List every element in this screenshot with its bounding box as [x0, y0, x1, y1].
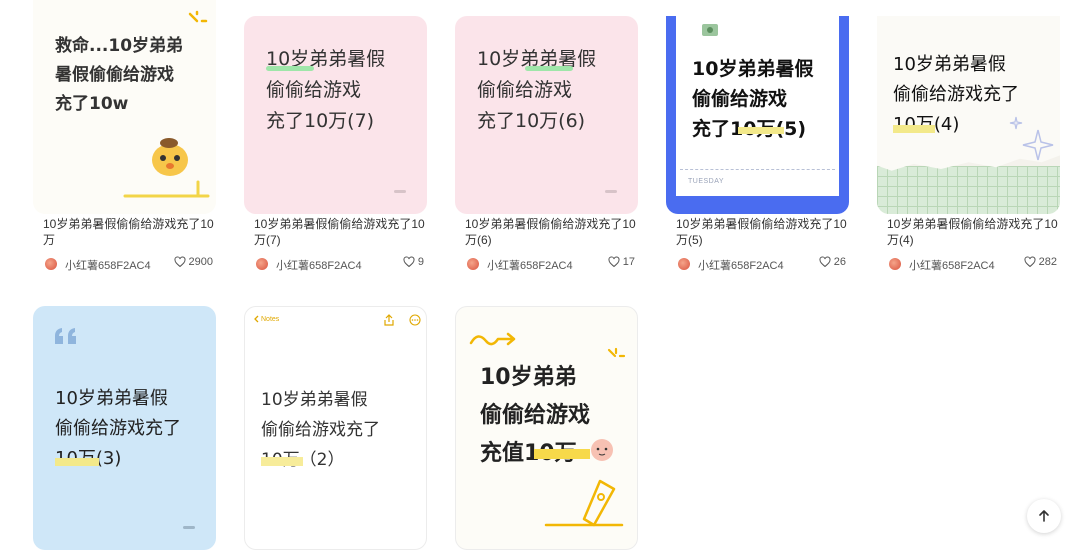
like-count: 2900: [188, 256, 213, 268]
page-indicator: [605, 190, 617, 193]
sparkle-icon: [1022, 129, 1054, 161]
like-button[interactable]: 17: [608, 256, 635, 268]
avatar[interactable]: [256, 258, 268, 270]
note-cover[interactable]: 10岁弟弟暑假 偷偷给游戏充了 10万(3): [33, 306, 216, 550]
note-meta: 小红薯658F2AC4 282: [887, 256, 1057, 272]
page-indicator: [394, 190, 406, 193]
smiley-icon: [591, 439, 613, 461]
avatar[interactable]: [45, 258, 57, 270]
note-cover[interactable]: 10岁弟弟 偷偷给游戏 充值10万: [455, 306, 638, 550]
heart-icon: [174, 256, 186, 268]
note-cover[interactable]: 10岁弟弟暑假 偷偷给游戏 充了10万(6): [455, 16, 638, 214]
note-cover[interactable]: 10岁弟弟暑假 偷偷给游戏 充了10万(7): [244, 16, 427, 214]
note-cover[interactable]: Notes 10岁弟弟暑假 偷偷给游戏充了 10万（2）: [244, 306, 427, 550]
quote-icon: [55, 328, 76, 344]
note-meta: 小红薯658F2AC4 9: [254, 256, 424, 272]
like-button[interactable]: 9: [403, 256, 424, 268]
cover-text: 10岁弟弟暑假 偷偷给游戏 充了10万(7): [266, 48, 386, 132]
arrow-up-icon: [1039, 510, 1049, 522]
yellow-highlight: [261, 457, 303, 466]
like-count: 9: [417, 256, 424, 268]
note-title[interactable]: 10岁弟弟暑假偷偷给游戏充了10万: [43, 216, 219, 248]
heart-icon: [819, 256, 831, 268]
chevron-left-icon: [254, 315, 259, 323]
note-cover[interactable]: 10岁弟弟暑假 偷偷给游戏充了 10万(4): [877, 16, 1060, 214]
avatar[interactable]: [678, 258, 690, 270]
cover-text: 救命...10岁弟弟 暑假偷偷给游戏 充了10w: [55, 36, 184, 114]
more-icon: [409, 314, 421, 326]
yellow-highlight: [893, 125, 935, 133]
like-button[interactable]: 282: [1024, 256, 1057, 268]
page-indicator: [183, 526, 195, 529]
like-count: 282: [1038, 256, 1057, 268]
note-title[interactable]: 10岁弟弟暑假偷偷给游戏充了10万(7): [254, 216, 430, 248]
pen-icon: [544, 479, 624, 527]
arrow-doodle-icon: [469, 332, 516, 346]
heart-icon: [608, 256, 620, 268]
ticket-footer: TUESDAY: [688, 178, 725, 185]
like-count: 17: [622, 256, 635, 268]
heart-icon: [1024, 256, 1036, 268]
chick-emoji-icon: [152, 138, 188, 176]
note-cover[interactable]: 10岁弟弟暑假 偷偷给游戏 充了10万(5) TUESDAY: [666, 16, 849, 214]
author-name[interactable]: 小红薯658F2AC4: [65, 257, 151, 273]
notes-header: Notes: [261, 315, 280, 323]
author-name[interactable]: 小红薯658F2AC4: [909, 257, 995, 273]
note-meta: 小红薯658F2AC4 17: [465, 256, 635, 272]
notes-back: Notes: [253, 315, 279, 323]
share-icon: [384, 314, 394, 326]
yellow-highlight: [738, 127, 784, 134]
sparkle-icon: [607, 347, 626, 358]
avatar[interactable]: [889, 258, 901, 270]
author-name[interactable]: 小红薯658F2AC4: [487, 257, 573, 273]
money-icon: [702, 24, 718, 36]
green-paper: [877, 166, 1060, 214]
note-meta: 小红薯658F2AC4 2900: [43, 256, 213, 272]
avatar[interactable]: [467, 258, 479, 270]
like-count: 26: [833, 256, 846, 268]
author-name[interactable]: 小红薯658F2AC4: [276, 257, 362, 273]
yellow-highlight: [55, 458, 99, 466]
underline-icon: [123, 180, 210, 198]
sparkle-icon: [1009, 116, 1023, 130]
cover-text: 10岁弟弟暑假 偷偷给游戏 充了10万(6): [477, 48, 597, 132]
author-name[interactable]: 小红薯658F2AC4: [698, 257, 784, 273]
like-button[interactable]: 2900: [174, 256, 213, 268]
note-title[interactable]: 10岁弟弟暑假偷偷给游戏充了10万(6): [465, 216, 641, 248]
back-to-top-button[interactable]: [1027, 499, 1061, 533]
ticket-perforation: [676, 192, 839, 200]
green-underline: [525, 66, 573, 71]
ticket-divider: [680, 169, 835, 170]
heart-icon: [403, 256, 415, 268]
sparkle-icon: [188, 10, 208, 23]
green-underline: [266, 66, 314, 71]
note-title[interactable]: 10岁弟弟暑假偷偷给游戏充了10万(4): [887, 216, 1063, 248]
yellow-highlight: [534, 449, 590, 459]
note-title[interactable]: 10岁弟弟暑假偷偷给游戏充了10万(5): [676, 216, 852, 248]
like-button[interactable]: 26: [819, 256, 846, 268]
note-meta: 小红薯658F2AC4 26: [676, 256, 846, 272]
note-cover[interactable]: 救命...10岁弟弟 暑假偷偷给游戏 充了10w: [33, 0, 216, 214]
